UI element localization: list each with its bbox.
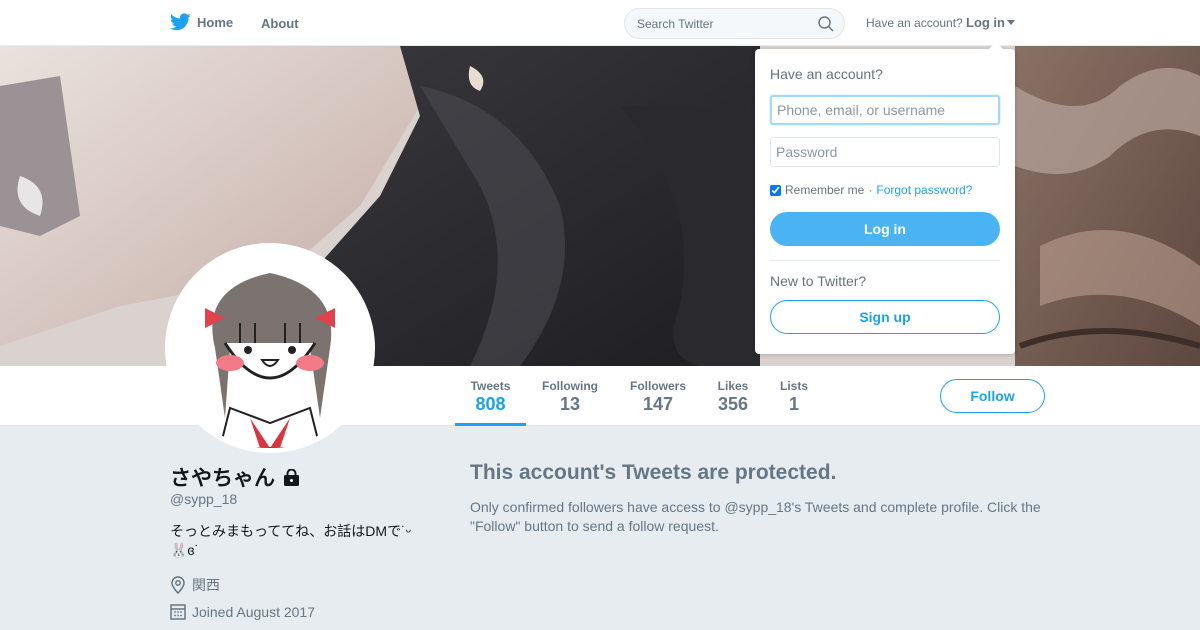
twitter-bird-icon <box>170 13 191 31</box>
login-button[interactable]: Log in <box>770 212 1000 246</box>
stat-label: Likes <box>717 379 749 393</box>
new-to-twitter-text: New to Twitter? <box>770 273 867 289</box>
signup-button[interactable]: Sign up <box>770 300 1000 334</box>
stat-tweets[interactable]: Tweets 808 <box>455 366 526 426</box>
stat-lists[interactable]: Lists 1 <box>776 366 812 426</box>
have-account-text: Have an account? <box>866 16 963 30</box>
stat-likes[interactable]: Likes 356 <box>713 366 753 426</box>
lock-icon <box>284 468 299 486</box>
profile-bio: そっとみまもっててね、お話はDMで˙ᵕ 🐰ɞ˙ <box>170 523 412 558</box>
profile-avatar[interactable] <box>165 243 375 453</box>
stat-value: 356 <box>717 394 749 414</box>
stat-value: 147 <box>642 394 674 414</box>
search-icon[interactable] <box>818 16 834 32</box>
stat-label: Lists <box>779 379 808 393</box>
protected-text: Only confirmed followers have access to … <box>470 499 1041 534</box>
stat-value: 1 <box>788 394 799 414</box>
location-pin-icon <box>171 576 185 594</box>
profile-joined: Joined August 2017 <box>170 603 315 620</box>
stat-followers[interactable]: Followers 147 <box>624 366 692 426</box>
dropdown-divider <box>770 260 1000 261</box>
location-text: 関西 <box>192 577 220 593</box>
forgot-password-link[interactable]: Forgot password? <box>876 183 972 197</box>
stat-label: Following <box>542 379 598 393</box>
remember-me-label[interactable]: Remember me <box>785 183 864 197</box>
login-menu-toggle[interactable]: Log in <box>966 15 1015 30</box>
nav-home-label: Home <box>197 14 234 30</box>
protected-title: This account's Tweets are protected. <box>470 461 837 484</box>
dropdown-heading: Have an account? <box>770 66 883 82</box>
follow-button[interactable]: Follow <box>940 379 1045 413</box>
separator-dot: · <box>868 183 873 197</box>
password-field[interactable] <box>770 137 1000 167</box>
search-box <box>624 8 845 39</box>
profile-name[interactable]: さやちゃん <box>170 462 275 492</box>
profile-handle[interactable]: @sypp_18 <box>170 491 237 507</box>
stat-label: Tweets <box>470 379 511 393</box>
stat-following[interactable]: Following 13 <box>536 366 604 426</box>
stat-value: 808 <box>475 394 506 414</box>
username-field[interactable] <box>770 95 1000 125</box>
search-input[interactable] <box>625 9 805 38</box>
profile-name-row: さやちゃん <box>170 462 300 492</box>
nav-home-link[interactable]: Home <box>170 13 233 31</box>
top-nav: Home About Have an account? Log in <box>0 0 1200 46</box>
joined-text: Joined August 2017 <box>192 603 315 620</box>
login-dropdown: Have an account? Remember me · Forgot pa… <box>755 49 1015 354</box>
stat-value: 13 <box>559 394 581 414</box>
dropdown-caret <box>988 42 1004 50</box>
caret-down-icon <box>1007 19 1015 25</box>
login-menu-label: Log in <box>966 15 1005 30</box>
profile-location: 関西 <box>170 575 220 595</box>
nav-about-link[interactable]: About <box>261 16 299 31</box>
remember-me-checkbox[interactable] <box>770 184 781 196</box>
stat-label: Followers <box>629 379 686 393</box>
calendar-icon <box>170 604 186 620</box>
remember-me-row: Remember me · Forgot password? <box>770 183 972 197</box>
